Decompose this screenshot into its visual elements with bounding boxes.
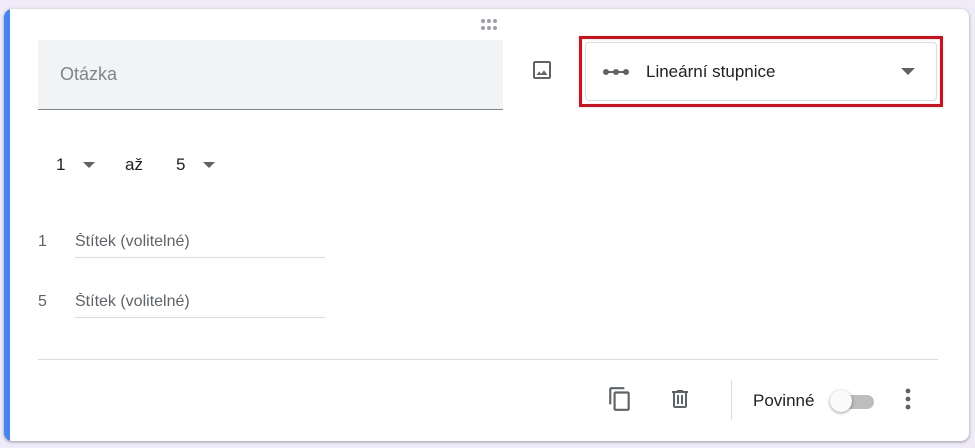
delete-button[interactable]: [663, 382, 697, 416]
scale-label-max-input[interactable]: [75, 286, 325, 318]
more-options-button[interactable]: [894, 382, 922, 416]
chevron-down-icon: [83, 162, 95, 168]
scale-label-min-input[interactable]: [75, 226, 325, 258]
question-input[interactable]: [58, 58, 482, 90]
scale-to-value: 5: [175, 155, 186, 174]
duplicate-icon: [609, 387, 630, 411]
question-card[interactable]: Lineární stupnice 1 až 5 1 5 Povinné: [4, 9, 969, 441]
drag-handle-icon[interactable]: [478, 18, 500, 32]
question-type-dropdown[interactable]: Lineární stupnice: [585, 42, 937, 101]
scale-label-row-max: 5: [38, 286, 325, 318]
scale-range-row: 1 až 5: [56, 153, 215, 177]
active-accent-bar: [4, 9, 10, 441]
scale-label-row-min: 1: [38, 226, 325, 258]
question-type-label: Lineární stupnice: [646, 61, 776, 81]
required-toggle[interactable]: [830, 390, 878, 412]
question-title-field[interactable]: [38, 40, 503, 110]
delete-icon: [672, 390, 688, 408]
linear-scale-icon: [603, 68, 629, 75]
scale-label-number: 5: [38, 293, 47, 310]
chevron-down-icon: [901, 68, 915, 75]
duplicate-button[interactable]: [603, 382, 637, 416]
footer-divider: [38, 359, 938, 360]
scale-label-number: 1: [38, 233, 47, 250]
toggle-thumb: [830, 390, 852, 412]
add-image-button[interactable]: [525, 53, 559, 87]
scale-to-word: až: [125, 155, 143, 174]
scale-from-value: 1: [56, 155, 66, 174]
footer-separator: [731, 380, 732, 420]
image-icon: [533, 61, 551, 79]
question-type-highlight: Lineární stupnice: [579, 36, 943, 107]
scale-from-dropdown[interactable]: 1: [56, 155, 95, 175]
scale-to-dropdown[interactable]: 5: [176, 155, 215, 175]
more-vert-icon: [905, 388, 911, 410]
required-label: Povinné: [753, 391, 815, 410]
chevron-down-icon: [202, 162, 215, 168]
